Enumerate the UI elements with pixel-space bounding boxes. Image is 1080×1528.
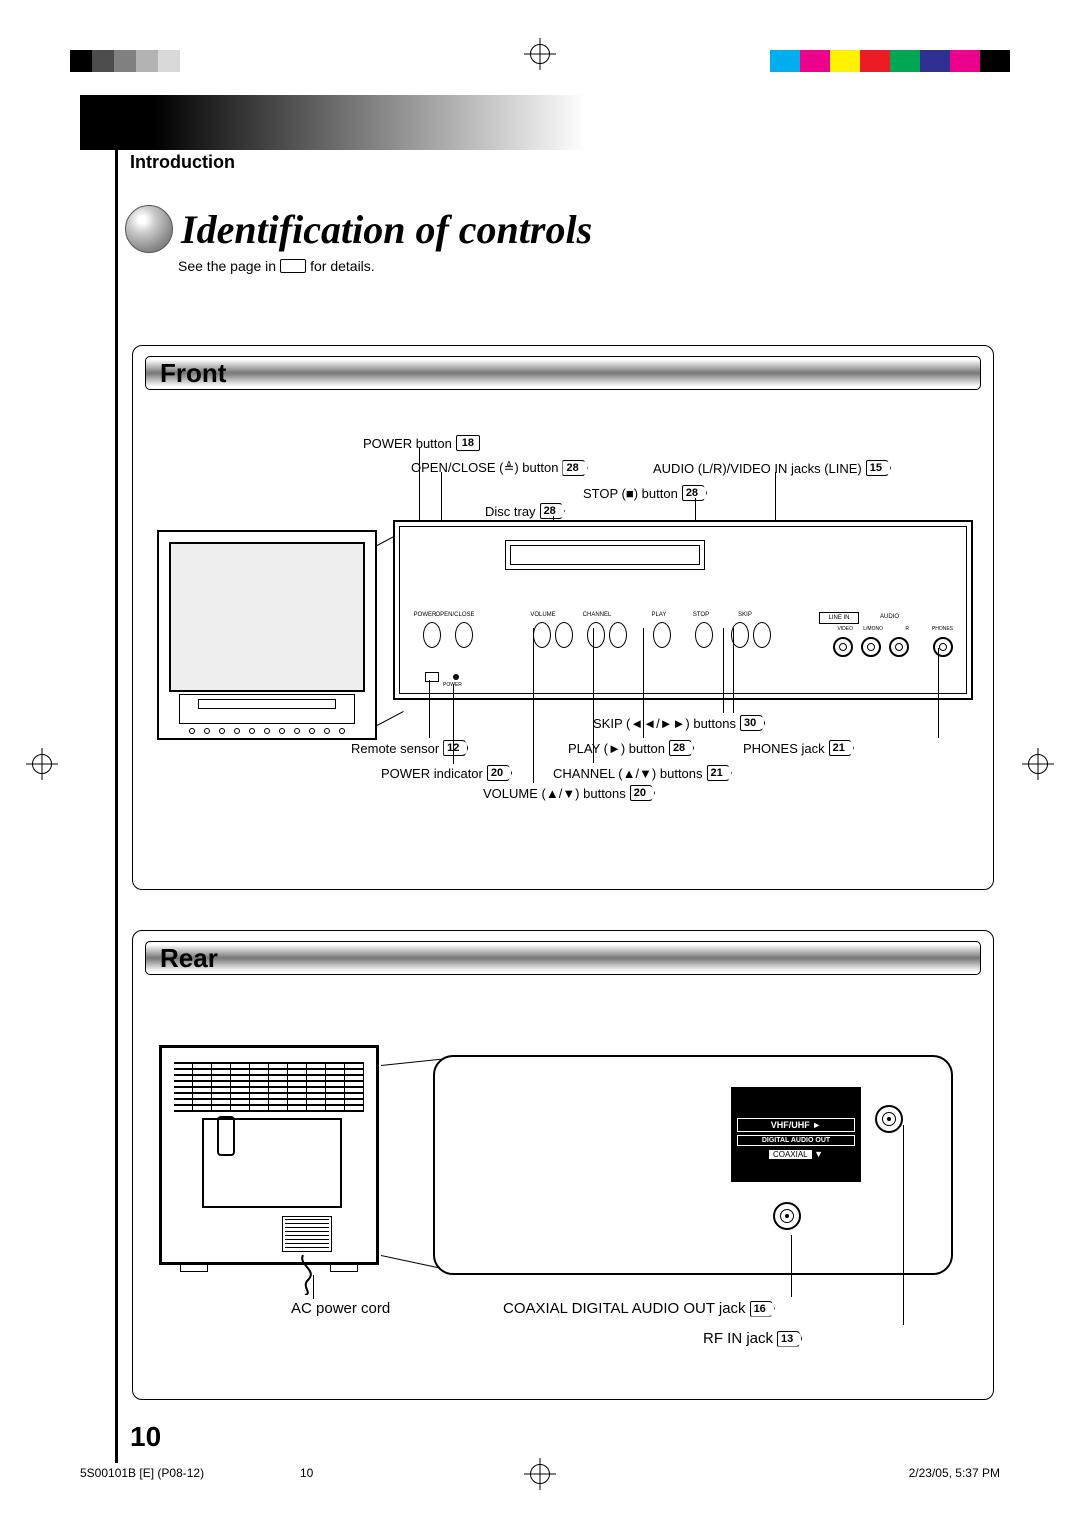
rear-section: Rear VHF/UHF ► DIGITAL AUDIO OUT: [132, 930, 994, 1400]
title-ornament-icon: [125, 205, 173, 253]
bottom-register-mark-icon: [526, 1460, 554, 1488]
phones-jack-icon: [933, 637, 953, 657]
page-ref: 28: [669, 740, 694, 756]
tiny-label: L/MONO: [863, 626, 883, 632]
rear-panel-closeup: VHF/UHF ► DIGITAL AUDIO OUT COAXIAL ▼: [433, 1055, 953, 1275]
tv-screen-icon: [169, 542, 365, 692]
tv-grille-icon: [174, 1062, 364, 1112]
page-ref: 20: [630, 785, 655, 801]
subtitle-post: for details.: [310, 258, 375, 274]
front-section: Front POWER button 18 OPEN/CLOS: [132, 345, 994, 890]
tv-base-icon: [179, 694, 355, 724]
header-gradient: [80, 95, 1000, 150]
label-power-button: POWER button 18: [363, 435, 480, 451]
label-play: PLAY (►) button 28: [568, 740, 694, 756]
ch-up-icon: [609, 622, 627, 648]
page-ref-icon: [280, 259, 306, 273]
ac-cord-icon: [293, 1255, 323, 1295]
top-register-mark-icon: [526, 40, 554, 68]
page-ref: 18: [456, 435, 480, 451]
tiny-label: VIDEO: [837, 626, 853, 632]
openclose-btn-icon: [455, 622, 473, 648]
label-skip: SKIP (◄◄/►►) buttons 30: [593, 715, 765, 731]
tiny-label: SKIP: [725, 612, 765, 618]
audio-l-jack-icon: [861, 637, 881, 657]
page: Introduction 10 Identification of contro…: [0, 0, 1080, 1528]
page-ref: 15: [866, 460, 891, 476]
tiny-label: STOP: [681, 612, 721, 618]
page-ref: 30: [740, 715, 765, 731]
coaxial-jack-icon: [773, 1202, 801, 1230]
disc-tray-icon: [505, 540, 705, 570]
audio-r-jack-icon: [889, 637, 909, 657]
arrow-down-icon: ▼: [814, 1149, 823, 1159]
footer-page: 10: [300, 1466, 313, 1480]
subtitle-pre: See the page in: [178, 258, 276, 274]
tiny-label: AUDIO: [880, 614, 899, 620]
page-title: Identification of controls: [125, 205, 592, 253]
page-ref: 21: [829, 740, 854, 756]
tiny-label: CHANNEL: [577, 612, 617, 618]
video-jack-icon: [833, 637, 853, 657]
margin-rule: [115, 95, 118, 1463]
stop-btn-icon: [695, 622, 713, 648]
ch-down-icon: [587, 622, 605, 648]
page-ref: 13: [777, 1331, 802, 1347]
tiny-label: OPEN/CLOSE: [435, 612, 475, 618]
power-led-icon: [453, 674, 459, 680]
label-coaxial: COAXIAL DIGITAL AUDIO OUT jack 16: [503, 1300, 775, 1317]
chapter-label: Introduction: [130, 152, 235, 173]
label-volume: VOLUME (▲/▼) buttons 20: [483, 785, 655, 801]
rear-heading: Rear: [145, 941, 981, 975]
label-open-close: OPEN/CLOSE (≜) button 28: [411, 460, 588, 476]
title-text: Identification of controls: [181, 206, 592, 253]
line-in-label: LINE IN: [819, 612, 859, 624]
right-register-mark-icon: [1024, 750, 1052, 778]
power-btn-icon: [423, 622, 441, 648]
label-power-indicator: POWER indicator 20: [381, 765, 512, 781]
vhf-uhf-label: VHF/UHF ►: [737, 1118, 855, 1132]
label-channel: CHANNEL (▲/▼) buttons 21: [553, 765, 732, 781]
label-rf-in: RF IN jack 13: [703, 1330, 802, 1347]
page-number: 10: [130, 1421, 161, 1453]
vol-down-icon: [533, 622, 551, 648]
label-remote-sensor: Remote sensor 12: [351, 740, 468, 756]
rf-in-jack-icon: [875, 1105, 903, 1133]
remote-sensor-icon: [425, 672, 439, 682]
front-panel-closeup: POWER OPEN/CLOSE VOLUME CHANNEL PLAY STO…: [393, 520, 973, 700]
tv-cavity-icon: [202, 1118, 342, 1208]
label-phones: PHONES jack 21: [743, 740, 854, 756]
tiny-label: PHONES: [932, 626, 953, 632]
page-ref: 28: [562, 460, 587, 476]
page-ref: 21: [707, 765, 732, 781]
page-ref: 16: [750, 1301, 775, 1317]
digital-out-label: DIGITAL AUDIO OUT: [737, 1135, 855, 1146]
skip-next-icon: [753, 622, 771, 648]
label-av-in: AUDIO (L/R)/VIDEO IN jacks (LINE) 15: [653, 460, 891, 476]
tiny-label: VOLUME: [523, 612, 563, 618]
front-heading: Front: [145, 356, 981, 390]
tv-buttons-row-icon: [189, 728, 345, 736]
tv-foot-icon: [180, 1262, 208, 1272]
tv-rear-thumb: [159, 1045, 379, 1265]
label-ac-cord: AC power cord: [291, 1300, 390, 1317]
tv-front-thumb: [157, 530, 377, 740]
tv-foot-icon: [330, 1262, 358, 1272]
coaxial-tag: COAXIAL: [769, 1150, 812, 1159]
rear-label-block: VHF/UHF ► DIGITAL AUDIO OUT COAXIAL ▼: [731, 1087, 861, 1182]
title-subtitle: See the page in for details.: [178, 258, 375, 274]
tiny-label: PLAY: [639, 612, 679, 618]
footer-doc: 5S00101B [E] (P08-12): [80, 1466, 204, 1480]
left-register-mark-icon: [28, 750, 56, 778]
tv-label-plate-icon: [282, 1216, 332, 1252]
page-ref: 12: [443, 740, 468, 756]
vol-up-icon: [555, 622, 573, 648]
footer-date: 2/23/05, 5:37 PM: [909, 1466, 1000, 1480]
tiny-label: R: [905, 626, 909, 632]
label-stop: STOP (■) button 28: [583, 485, 707, 501]
page-ref: 20: [487, 765, 512, 781]
play-btn-icon: [653, 622, 671, 648]
